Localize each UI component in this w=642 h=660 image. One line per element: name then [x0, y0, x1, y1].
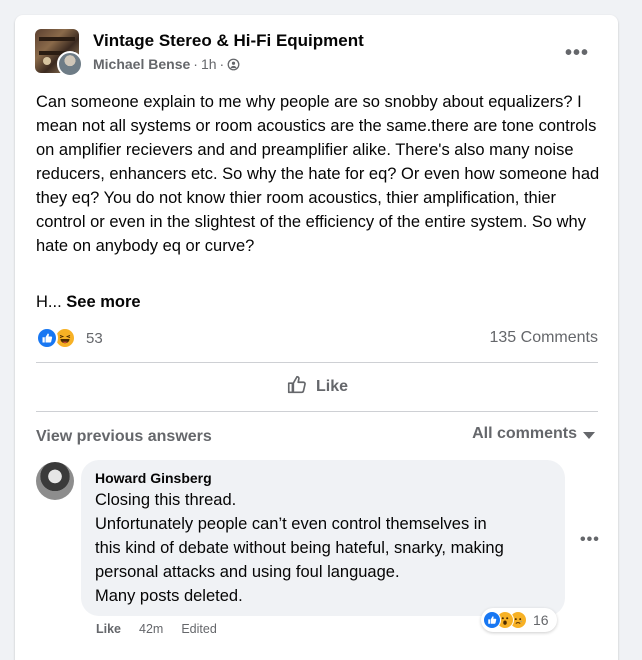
post-more-button[interactable]: •••: [559, 35, 595, 71]
meta-separator: ·: [193, 56, 198, 72]
like-button[interactable]: Like: [36, 367, 598, 407]
comment-line: Unfortunately people can’t even control …: [95, 515, 487, 533]
comment-line: this kind of debate without being hatefu…: [95, 539, 504, 557]
post-body-text: Can someone explain to me why people are…: [36, 93, 600, 255]
like-button-label: Like: [315, 378, 348, 395]
truncated-text: H...: [36, 293, 62, 311]
post-time[interactable]: 1h: [201, 56, 217, 72]
view-previous-answers-link[interactable]: View previous answers: [36, 428, 212, 446]
comment-line: Closing this thread.: [95, 491, 237, 509]
post-truncation: H... See more: [36, 290, 141, 314]
reaction-count[interactable]: 53: [86, 330, 103, 347]
post-card: Vintage Stereo & Hi-Fi Equipment Michael…: [15, 15, 618, 660]
thumbs-up-icon: [286, 374, 308, 401]
comment-like-link[interactable]: Like: [96, 622, 121, 636]
group-privacy-icon: [227, 58, 240, 71]
post-meta: Michael Bense · 1h ·: [93, 56, 240, 72]
like-reaction-icon: [483, 611, 501, 629]
comment-more-button[interactable]: •••: [580, 531, 600, 549]
comment-bubble: Howard Ginsberg Closing this thread. Unf…: [81, 460, 565, 616]
commenter-name-link[interactable]: Howard Ginsberg: [95, 470, 551, 486]
author-avatar[interactable]: [57, 51, 83, 77]
meta-separator: ·: [219, 56, 225, 72]
see-more-link[interactable]: See more: [66, 293, 140, 311]
comment-line: Many posts deleted.: [95, 587, 243, 605]
comment-sort-dropdown[interactable]: All comments: [472, 425, 595, 443]
comment-reactions[interactable]: 16: [481, 608, 557, 632]
divider: [36, 362, 598, 363]
post-header: Vintage Stereo & Hi-Fi Equipment Michael…: [35, 29, 595, 77]
author-name-link[interactable]: Michael Bense: [93, 56, 190, 72]
caret-down-icon: [583, 431, 595, 439]
comment-actions: Like 42m Edited: [96, 622, 217, 636]
comment-edited-label[interactable]: Edited: [181, 622, 216, 636]
comments-count-link[interactable]: 135 Comments: [490, 329, 599, 347]
comment-time[interactable]: 42m: [139, 622, 163, 636]
like-reaction-icon: [36, 327, 58, 349]
commenter-avatar[interactable]: [36, 462, 74, 500]
reaction-icons[interactable]: [36, 325, 84, 351]
comment-line: personal attacks and using foul language…: [95, 563, 400, 581]
reactions-summary: 53 135 Comments: [36, 324, 598, 352]
comment-sort-label: All comments: [472, 425, 577, 442]
comment-reaction-count: 16: [533, 612, 549, 628]
divider: [36, 411, 598, 412]
group-name-link[interactable]: Vintage Stereo & Hi-Fi Equipment: [93, 31, 364, 51]
